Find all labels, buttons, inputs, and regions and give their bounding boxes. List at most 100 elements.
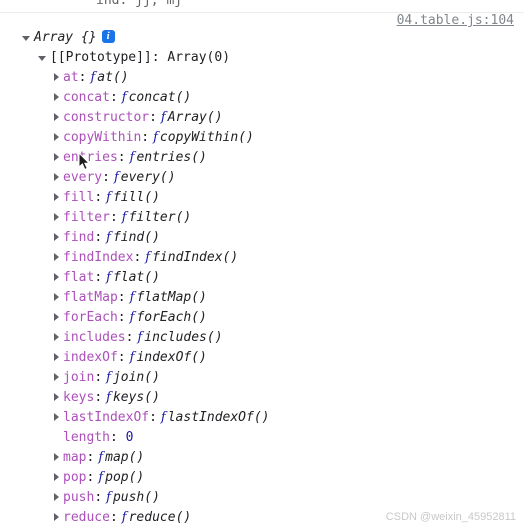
property-value-function: concat() (128, 90, 192, 105)
property-name: copyWithin (63, 130, 142, 145)
chevron-right-icon[interactable] (54, 472, 59, 481)
property-row[interactable]: every: f every() (0, 168, 524, 188)
property-row[interactable]: fill: f fill() (0, 188, 524, 208)
property-row[interactable]: copyWithin: f copyWithin() (0, 128, 524, 148)
chevron-right-icon[interactable] (54, 132, 59, 141)
chevron-right-icon[interactable] (54, 452, 59, 461)
chevron-right-icon[interactable] (54, 112, 59, 121)
chevron-right-icon[interactable] (54, 392, 59, 401)
chevron-right-icon[interactable] (54, 172, 59, 181)
property-name: entries (63, 150, 118, 165)
chevron-right-icon[interactable] (54, 412, 59, 421)
property-row[interactable]: constructor: f Array() (0, 108, 524, 128)
property-separator: : (94, 370, 103, 385)
property-name: flat (63, 270, 95, 285)
property-separator: : (94, 390, 103, 405)
chevron-down-icon[interactable] (38, 56, 46, 61)
property-row[interactable]: find: f find() (0, 228, 524, 248)
chevron-right-icon[interactable] (54, 72, 59, 81)
property-name: indexOf (63, 350, 118, 365)
property-separator: : (117, 150, 126, 165)
property-row[interactable]: forEach: f forEach() (0, 308, 524, 328)
property-row[interactable]: push: f push() (0, 488, 524, 508)
function-marker: f (129, 350, 135, 365)
function-marker: f (98, 470, 104, 485)
property-name: forEach (63, 310, 118, 325)
chevron-right-icon[interactable] (54, 512, 59, 521)
function-marker: f (129, 310, 135, 325)
chevron-down-icon[interactable] (22, 36, 30, 41)
property-separator: : (149, 410, 157, 425)
property-value-function: Array() (167, 110, 223, 125)
property-name: keys (63, 390, 95, 405)
property-row[interactable]: concat: f concat() (0, 88, 524, 108)
prototype-separator: : (151, 50, 160, 65)
property-value-function: reduce() (128, 510, 192, 525)
function-marker: f (160, 110, 166, 125)
property-value-function: lastIndexOf() (167, 410, 270, 425)
property-row[interactable]: pop: f pop() (0, 468, 524, 488)
function-marker: f (106, 390, 111, 405)
chevron-right-icon[interactable] (54, 152, 59, 161)
property-separator: : (109, 90, 118, 105)
property-row[interactable]: keys: f keys() (0, 388, 524, 408)
property-row[interactable]: flatMap: f flatMap() (0, 288, 524, 308)
chevron-right-icon[interactable] (54, 492, 59, 501)
property-row[interactable]: indexOf: f indexOf() (0, 348, 524, 368)
property-name: length (63, 430, 110, 445)
property-row[interactable]: entries: f entries() (0, 148, 524, 168)
chevron-right-icon[interactable] (54, 272, 59, 281)
property-separator: : (102, 170, 110, 185)
property-separator: : (109, 210, 118, 225)
property-name: at (63, 70, 79, 85)
property-row[interactable]: lastIndexOf: f lastIndexOf() (0, 408, 524, 428)
property-row[interactable]: flat: f flat() (0, 268, 524, 288)
prototype-value: Array(0) (167, 50, 231, 65)
function-marker: f (106, 190, 111, 205)
chevron-right-icon[interactable] (54, 332, 59, 341)
property-value-number: 0 (125, 430, 134, 445)
chevron-right-icon[interactable] (54, 292, 59, 301)
property-name: map (63, 450, 87, 465)
function-marker: f (121, 90, 127, 105)
chevron-right-icon[interactable] (54, 192, 59, 201)
chevron-right-icon[interactable] (54, 232, 59, 241)
property-row[interactable]: map: f map() (0, 448, 524, 468)
no-chevron-spacer (54, 434, 59, 439)
chevron-right-icon[interactable] (54, 252, 59, 261)
property-separator: : (149, 110, 157, 125)
prototype-row[interactable]: [[Prototype]]: Array(0) (0, 48, 524, 68)
property-row[interactable]: filter: f filter() (0, 208, 524, 228)
prototype-key: [[Prototype]] (50, 50, 152, 65)
function-marker: f (129, 290, 135, 305)
property-row[interactable]: includes: f includes() (0, 328, 524, 348)
chevron-right-icon[interactable] (54, 352, 59, 361)
property-value-function: flatMap() (136, 290, 207, 305)
watermark: CSDN @weixin_45952811 (385, 511, 516, 523)
chevron-right-icon[interactable] (54, 312, 59, 321)
property-separator: : (94, 270, 103, 285)
chevron-right-icon[interactable] (54, 212, 59, 221)
property-row[interactable]: join: f join() (0, 368, 524, 388)
property-name: flatMap (63, 290, 118, 305)
property-value-function: join() (112, 370, 160, 385)
property-row[interactable]: findIndex: f findIndex() (0, 248, 524, 268)
chevron-right-icon[interactable] (54, 92, 59, 101)
property-value-function: findIndex() (152, 250, 239, 265)
object-root-row[interactable]: Array {} i (0, 28, 524, 48)
property-separator: : (94, 490, 103, 505)
property-name: constructor (63, 110, 150, 125)
function-marker: f (121, 510, 127, 525)
chevron-right-icon[interactable] (54, 372, 59, 381)
property-row[interactable]: at: f at() (0, 68, 524, 88)
function-marker: f (121, 210, 127, 225)
source-link[interactable]: 04.table.js:104 (397, 13, 514, 28)
property-value-function: find() (112, 230, 160, 245)
property-value-function: copyWithin() (159, 130, 254, 145)
property-value-function: includes() (144, 330, 223, 345)
info-icon[interactable]: i (101, 30, 115, 43)
property-value-function: entries() (136, 150, 207, 165)
property-separator: : (141, 130, 150, 145)
property-row[interactable]: length: 0 (0, 428, 524, 448)
property-value-function: keys() (112, 390, 160, 405)
